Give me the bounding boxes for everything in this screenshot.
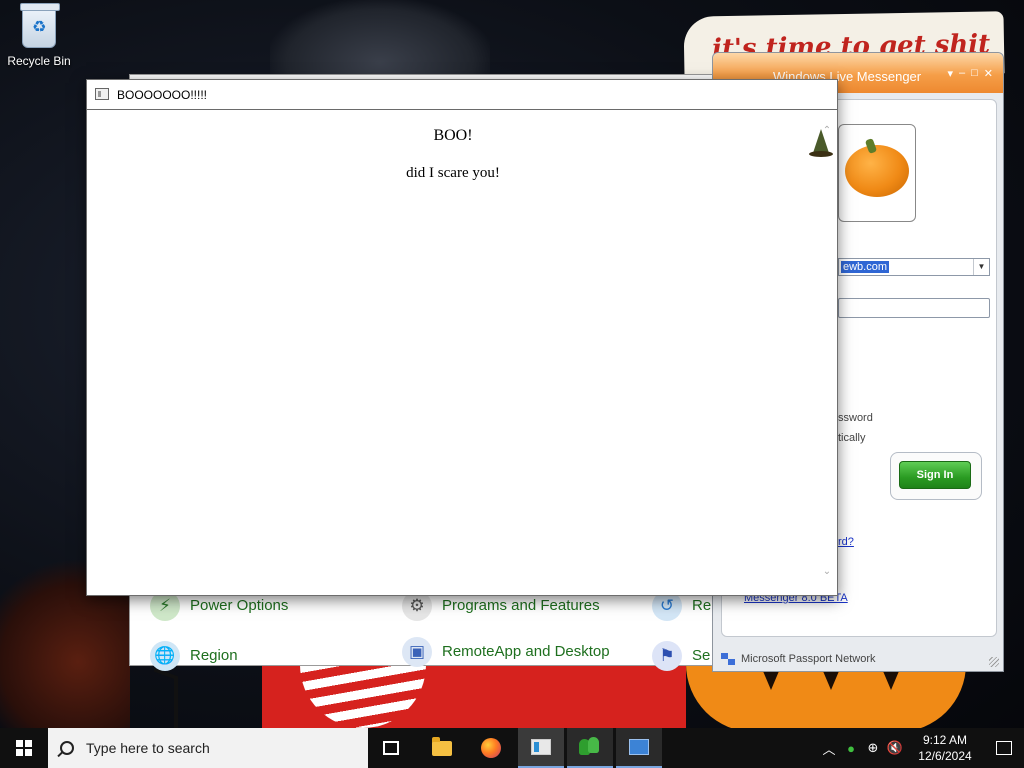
- minimize-icon[interactable]: ▾: [947, 67, 953, 80]
- search-input[interactable]: Type here to search: [48, 728, 368, 768]
- search-icon: [60, 741, 74, 755]
- sign-in-frame: Sign In: [890, 452, 982, 500]
- boo-window-title: BOOOOOOO!!!!!: [117, 88, 208, 102]
- task-view-icon: [383, 741, 399, 755]
- taskbar: Type here to search ︿ ● ⊕ 🔇 9:12 AM 12/6…: [0, 728, 1024, 768]
- cp-item-label: Programs and Features: [442, 597, 600, 614]
- firefox-icon: [481, 738, 501, 758]
- region-icon: 🌐: [150, 641, 180, 671]
- cp-item-label: RemoteApp and Desktop: [442, 643, 610, 660]
- cp-item-label: Region: [190, 647, 238, 664]
- display-picture[interactable]: [838, 124, 916, 222]
- windows-logo-icon: [16, 740, 32, 756]
- boo-titlebar[interactable]: BOOOOOOO!!!!!: [87, 80, 837, 110]
- app-window-icon: [531, 739, 551, 755]
- pumpkin-icon: [845, 145, 909, 197]
- passport-network-label: Microsoft Passport Network: [741, 653, 876, 665]
- cp-item-label: Re: [692, 597, 712, 614]
- email-field[interactable]: ewb.com ▼: [838, 258, 990, 276]
- minimize-icon[interactable]: –: [959, 67, 965, 80]
- security-icon: ⚑: [652, 641, 682, 671]
- boo-content: BOO! did I scare you! ⌃ ⌄: [87, 111, 837, 595]
- notification-button[interactable]: [984, 728, 1024, 768]
- cp-item-label: Power Options: [190, 597, 289, 614]
- volume-muted-icon[interactable]: 🔇: [884, 728, 906, 768]
- cp-item-label: Se: [692, 647, 711, 664]
- remoteapp-icon: ▣: [402, 637, 432, 667]
- folder-icon: [432, 736, 452, 756]
- remember-password-label: ssword: [838, 412, 873, 424]
- boo-heading: BOO!: [433, 127, 473, 144]
- boo-window: BOOOOOOO!!!!! BOO! did I scare you! ⌃ ⌄: [86, 79, 838, 596]
- sign-in-button[interactable]: Sign In: [899, 461, 971, 489]
- boo-text: did I scare you!: [406, 165, 500, 181]
- cp-item-region[interactable]: 🌐 Region: [150, 641, 238, 671]
- messenger-footer: Microsoft Passport Network: [721, 653, 875, 665]
- start-button[interactable]: [0, 728, 48, 768]
- scroll-down-icon[interactable]: ⌄: [821, 566, 833, 577]
- maximize-icon[interactable]: □: [971, 67, 978, 80]
- close-icon[interactable]: ✕: [984, 67, 993, 80]
- clock-date: 12/6/2024: [918, 749, 972, 763]
- cp-item-security[interactable]: ⚑ Se: [652, 641, 710, 671]
- clock-time: 9:12 AM: [922, 733, 968, 747]
- taskbar-file-explorer[interactable]: [419, 728, 465, 768]
- resize-grip[interactable]: [989, 657, 999, 667]
- taskbar-task-view[interactable]: [368, 728, 414, 768]
- taskbar-messenger[interactable]: [567, 728, 613, 768]
- email-value: ewb.com: [841, 261, 890, 273]
- notification-icon: [996, 741, 1012, 755]
- messenger-buddy-icon: [579, 737, 601, 757]
- recycle-bin-icon: ♻: [20, 3, 60, 48]
- control-panel-icon: [629, 739, 649, 755]
- scroll-up-icon[interactable]: ⌃: [821, 125, 833, 136]
- search-placeholder: Type here to search: [86, 740, 210, 756]
- taskbar-boo-app[interactable]: [518, 728, 564, 768]
- windows-flag-icon: [721, 653, 735, 665]
- password-field[interactable]: [838, 298, 990, 318]
- messenger-tray-icon[interactable]: ●: [840, 728, 862, 768]
- chevron-down-icon[interactable]: ▼: [973, 259, 989, 275]
- clock[interactable]: 9:12 AM 12/6/2024: [906, 732, 984, 764]
- system-tray: ︿ ● ⊕ 🔇 9:12 AM 12/6/2024: [818, 728, 1024, 768]
- taskbar-control-panel[interactable]: [616, 728, 662, 768]
- recycle-bin[interactable]: ♻ Recycle Bin: [6, 3, 72, 68]
- chevron-up-icon[interactable]: ︿: [818, 728, 840, 768]
- recycle-bin-label: Recycle Bin: [7, 54, 71, 68]
- app-icon: [95, 88, 109, 100]
- network-icon[interactable]: ⊕: [862, 728, 884, 768]
- cp-item-remoteapp[interactable]: ▣ RemoteApp and Desktop: [402, 637, 610, 667]
- wallpaper-arrow: [154, 667, 178, 733]
- taskbar-firefox[interactable]: [468, 728, 514, 768]
- messenger-window-controls: ▾ – □ ✕: [947, 67, 993, 80]
- forgot-password-link[interactable]: rd?: [838, 536, 854, 548]
- sign-in-automatically-label: tically: [838, 432, 866, 444]
